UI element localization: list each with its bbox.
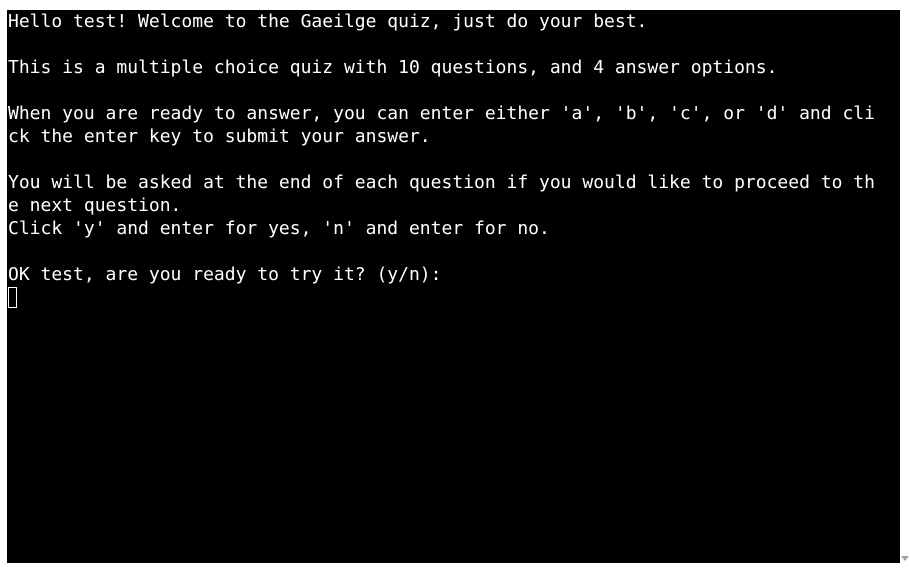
scroll-down-arrow-icon[interactable]	[901, 556, 909, 561]
terminal-output: Hello test! Welcome to the Gaeilge quiz,…	[8, 10, 898, 309]
vertical-scrollbar[interactable]	[900, 10, 910, 563]
terminal-line: Click 'y' and enter for yes, 'n' and ent…	[8, 218, 550, 239]
terminal-line: e next question.	[8, 195, 182, 216]
terminal-input-line[interactable]	[8, 286, 898, 309]
terminal-prompt: OK test, are you ready to try it? (y/n):	[8, 264, 442, 285]
terminal-window[interactable]: Hello test! Welcome to the Gaeilge quiz,…	[7, 10, 900, 563]
terminal-line: This is a multiple choice quiz with 10 q…	[8, 57, 778, 78]
text-cursor	[8, 287, 17, 308]
page-frame: Hello test! Welcome to the Gaeilge quiz,…	[0, 0, 910, 573]
terminal-line: You will be asked at the end of each que…	[8, 172, 875, 193]
terminal-line: Hello test! Welcome to the Gaeilge quiz,…	[8, 11, 648, 32]
terminal-line: When you are ready to answer, you can en…	[8, 103, 875, 124]
terminal-line: ck the enter key to submit your answer.	[8, 126, 431, 147]
